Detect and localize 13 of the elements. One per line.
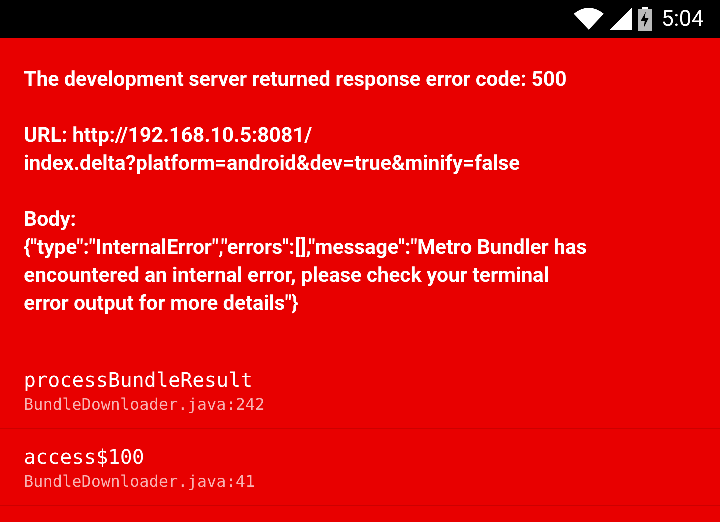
error-message: Body: {"type":"InternalError","errors":[],"message":"Metro Bundler has encountered an internal error, please check your terminal error output for more details"} xyxy=(24,207,587,318)
method-name: processBundleResult xyxy=(24,367,253,394)
method-name: access$100 xyxy=(24,444,144,471)
clock-time: 5:04 xyxy=(662,6,704,32)
wifi-icon xyxy=(574,8,604,30)
file-location: BundleDownloader.java:242 xyxy=(24,394,265,416)
battery-charging-icon xyxy=(638,7,652,31)
stack-frame[interactable]: processBundleResult BundleDownloader.java:242 xyxy=(0,352,720,429)
error-message: URL: http://192.168.10.5:8081/ index.delta?platform=android&dev=true&minify=false xyxy=(24,123,520,178)
file-location: BundleDownloader.java:41 xyxy=(24,471,256,493)
stack-frame[interactable]: access$100 BundleDownloader.java:41 xyxy=(0,429,720,506)
error-message: The development server returned response error code: 500 xyxy=(24,67,567,94)
signal-icon xyxy=(610,8,632,30)
